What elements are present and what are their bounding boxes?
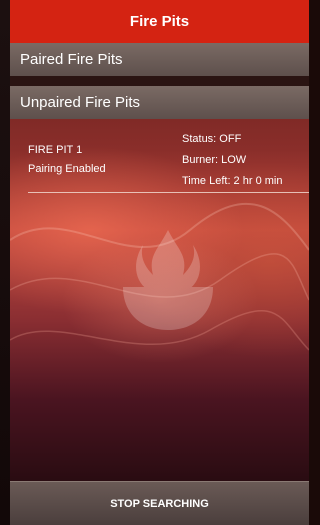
device-name: FIRE PIT 1 [28,144,83,156]
page-title: Fire Pits [10,0,309,43]
device-status: Status: OFF [182,133,242,145]
device-time-left: Time Left: 2 hr 0 min [182,175,283,187]
device-info-left: FIRE PIT 1 Pairing Enabled [28,141,106,179]
left-edge-strip [0,0,10,525]
device-burner: Burner: LOW [182,154,247,166]
section-unpaired-label: Unpaired Fire Pits [20,94,141,111]
section-gap [10,76,309,86]
device-info-right: Status: OFF Burner: LOW Time Left: 2 hr … [182,129,282,192]
device-pairing-status: Pairing Enabled [28,163,106,175]
section-paired-fire-pits[interactable]: Paired Fire Pits [10,43,309,76]
list-divider [28,192,309,193]
section-paired-label: Paired Fire Pits [20,51,123,68]
stop-searching-button[interactable]: STOP SEARCHING [10,481,309,525]
app-screen: Fire Pits Paired Fire Pits Unpaired Fire… [10,0,309,525]
device-list-item[interactable]: FIRE PIT 1 Pairing Enabled Status: OFF B… [10,119,309,193]
flame-bowl-icon [123,230,213,330]
section-unpaired-fire-pits[interactable]: Unpaired Fire Pits [10,86,309,119]
